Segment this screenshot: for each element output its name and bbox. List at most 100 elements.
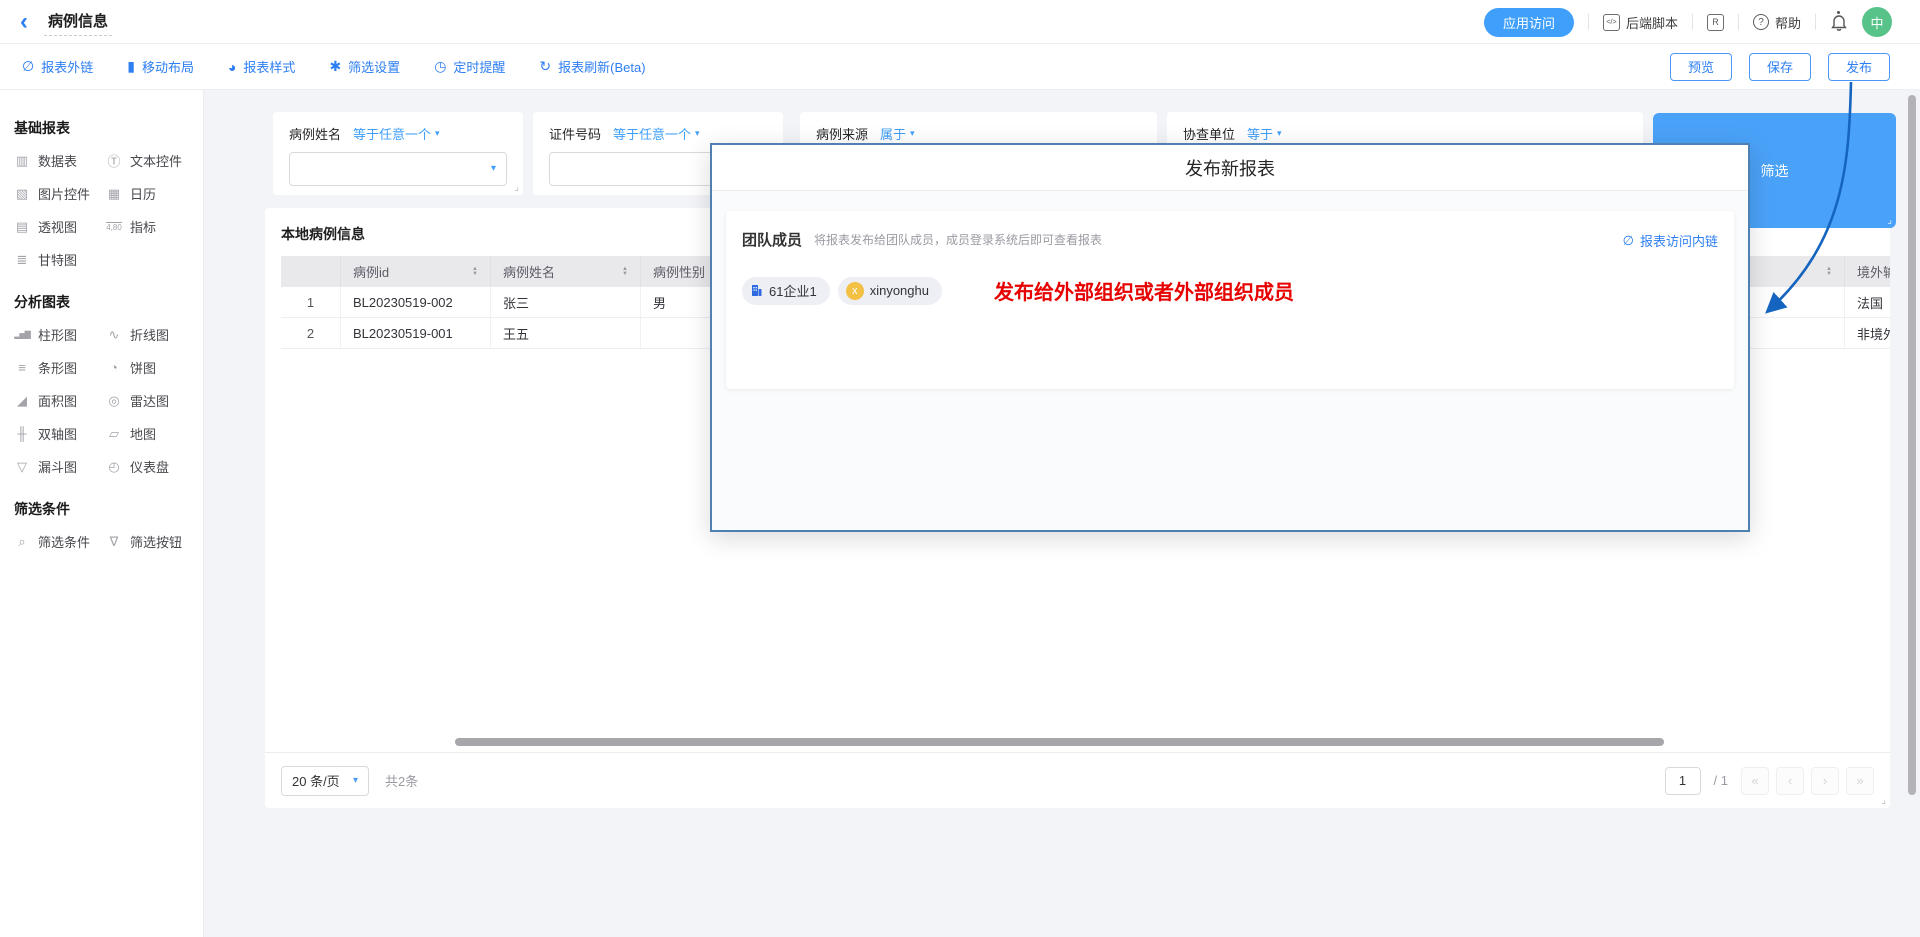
table-footer: 20 条/页 ▾ 共2条 1 / 1 « ‹ › » bbox=[265, 752, 1890, 808]
backend-script-button[interactable]: </> 后端脚本 bbox=[1603, 13, 1678, 32]
link-icon: ∅ bbox=[1623, 233, 1634, 249]
resize-handle-icon[interactable]: ⌟ bbox=[514, 182, 519, 193]
header-overseas-import[interactable]: 境外输入 bbox=[1845, 256, 1890, 287]
toolbar-label: 移动布局 bbox=[142, 57, 194, 76]
map-icon: ▱ bbox=[106, 426, 122, 442]
resize-handle-icon[interactable]: ⌟ bbox=[1887, 215, 1892, 226]
indicator-icon: 4,80 bbox=[106, 222, 122, 232]
sidebar-group-analysis-charts: 分析图表 bbox=[14, 292, 203, 312]
sidebar-item-label: 筛选条件 bbox=[38, 532, 90, 551]
toolbar-item-external-link[interactable]: ∅ 报表外链 bbox=[22, 57, 93, 76]
sidebar-item-line-chart[interactable]: ∿折线图 bbox=[106, 318, 198, 351]
next-page-button[interactable]: › bbox=[1811, 767, 1839, 795]
cell-case-name: 张三 bbox=[491, 287, 641, 318]
sidebar-item-column-chart[interactable]: ▂▅▇柱形图 bbox=[14, 318, 106, 351]
sidebar-item-filter-button[interactable]: ∇筛选按钮 bbox=[106, 525, 198, 558]
alarm-icon: ◷ bbox=[434, 58, 446, 75]
sidebar-item-label: 数据表 bbox=[38, 151, 77, 170]
resize-handle-icon[interactable]: ⌟ bbox=[1881, 795, 1886, 806]
filter-operator-dropdown[interactable]: 等于任意一个▾ bbox=[613, 124, 700, 143]
sidebar-item-label: 折线图 bbox=[130, 325, 169, 344]
filter-label: 协查单位 bbox=[1183, 124, 1235, 143]
divider bbox=[1692, 14, 1693, 30]
link-icon: ∅ bbox=[22, 58, 34, 75]
sidebar-item-calendar[interactable]: ▦日历 bbox=[106, 177, 198, 210]
toolbar-item-report-style[interactable]: ◕ 报表样式 bbox=[228, 57, 295, 76]
case-name-select[interactable]: ▾ bbox=[289, 152, 507, 186]
prev-page-button[interactable]: ‹ bbox=[1776, 767, 1804, 795]
filter-operator-dropdown[interactable]: 属于 ▾ bbox=[880, 124, 915, 143]
preview-button[interactable]: 预览 bbox=[1670, 53, 1732, 81]
sidebar-item-data-table[interactable]: ▥数据表 bbox=[14, 144, 106, 177]
help-button[interactable]: ? 帮助 bbox=[1753, 13, 1801, 32]
app-access-button[interactable]: 应用访问 bbox=[1484, 8, 1574, 37]
cell-case-id: BL20230519-002 bbox=[341, 287, 491, 318]
page-title[interactable]: 病例信息 bbox=[44, 8, 112, 36]
sidebar-item-funnel-chart[interactable]: ▽漏斗图 bbox=[14, 450, 106, 483]
pie-icon: ◕ bbox=[228, 59, 236, 75]
chevron-down-icon: ▾ bbox=[695, 128, 700, 139]
sidebar-item-image-widget[interactable]: ▧图片控件 bbox=[14, 177, 106, 210]
sidebar-item-dual-axis-chart[interactable]: ╫双轴图 bbox=[14, 417, 106, 450]
back-icon[interactable]: ‹ bbox=[20, 10, 28, 34]
sidebar-item-pie-chart[interactable]: ◔饼图 bbox=[106, 351, 198, 384]
sidebar-item-map[interactable]: ▱ 地图 bbox=[106, 417, 198, 450]
user-chip[interactable]: x xinyonghu bbox=[838, 277, 942, 305]
gantt-icon: ≣ bbox=[14, 252, 30, 268]
sidebar-item-label: 地图 bbox=[130, 424, 156, 443]
header-index bbox=[281, 256, 341, 287]
horizontal-scrollbar[interactable] bbox=[455, 738, 1664, 746]
sidebar-item-label: 文本控件 bbox=[130, 151, 182, 170]
widget-sidebar: 基础报表 ▥数据表 Ⓣ文本控件 ▧图片控件 ▦日历 ▤透视图 4,80指标 ≣甘… bbox=[0, 90, 204, 937]
toolbar-items: ∅ 报表外链 ▮ 移动布局 ◕ 报表样式 ✱ 筛选设置 ◷ 定时提醒 ↻ 报表刷… bbox=[22, 57, 646, 76]
sort-icon[interactable]: ▲▼ bbox=[472, 267, 478, 277]
header-case-name[interactable]: 病例姓名▲▼ bbox=[491, 256, 641, 287]
sidebar-grid: ▂▅▇柱形图 ∿折线图 ≡条形图 ◔饼图 ◢面积图 ◎雷达图 ╫双轴图 ▱地图 … bbox=[14, 318, 203, 483]
save-button[interactable]: 保存 bbox=[1749, 53, 1811, 81]
sort-icon[interactable]: ▲▼ bbox=[1826, 267, 1832, 277]
header-case-id[interactable]: 病例id▲▼ bbox=[341, 256, 491, 287]
report-internal-link[interactable]: ∅ 报表访问内链 bbox=[1623, 231, 1718, 250]
pagination: 1 / 1 « ‹ › » bbox=[1665, 767, 1874, 795]
last-page-button[interactable]: » bbox=[1846, 767, 1874, 795]
notification-bell-icon[interactable] bbox=[1830, 12, 1848, 32]
total-count: 共2条 bbox=[385, 771, 418, 790]
toolbar-item-report-refresh[interactable]: ↻ 报表刷新(Beta) bbox=[539, 57, 645, 76]
sidebar-item-area-chart[interactable]: ◢面积图 bbox=[14, 384, 106, 417]
filter-operator: 属于 bbox=[880, 124, 906, 143]
sidebar-item-pivot[interactable]: ▤透视图 bbox=[14, 210, 106, 243]
contacts-icon[interactable]: R bbox=[1707, 14, 1724, 31]
page-size-select[interactable]: 20 条/页 ▾ bbox=[281, 766, 369, 796]
sidebar-item-text-widget[interactable]: Ⓣ文本控件 bbox=[106, 144, 198, 177]
sidebar-item-label: 甘特图 bbox=[38, 250, 77, 269]
sidebar-item-label: 饼图 bbox=[130, 358, 156, 377]
column-label: 境外输入 bbox=[1857, 262, 1890, 281]
sidebar-item-gantt[interactable]: ≣ 甘特图 bbox=[14, 243, 106, 276]
toolbar-item-scheduled-reminder[interactable]: ◷ 定时提醒 bbox=[434, 57, 505, 76]
sidebar-item-bar-chart[interactable]: ≡条形图 bbox=[14, 351, 106, 384]
sidebar-item-filter-condition[interactable]: ⌕筛选条件 bbox=[14, 525, 106, 558]
gear-icon: ✱ bbox=[329, 58, 341, 75]
toolbar-label: 报表外链 bbox=[41, 57, 93, 76]
toolbar-item-filter-settings[interactable]: ✱ 筛选设置 bbox=[329, 57, 400, 76]
chevron-down-icon: ▾ bbox=[910, 128, 915, 139]
sidebar-grid: ▥数据表 Ⓣ文本控件 ▧图片控件 ▦日历 ▤透视图 4,80指标 ≣ 甘特图 bbox=[14, 144, 203, 276]
sort-icon[interactable]: ▲▼ bbox=[622, 267, 628, 277]
sidebar-item-label: 双轴图 bbox=[38, 424, 77, 443]
sidebar-item-radar-chart[interactable]: ◎雷达图 bbox=[106, 384, 198, 417]
page-number-input[interactable]: 1 bbox=[1665, 767, 1701, 795]
sidebar-item-indicator[interactable]: 4,80指标 bbox=[106, 210, 198, 243]
filter-operator-dropdown[interactable]: 等于▾ bbox=[1247, 124, 1282, 143]
filter-operator-dropdown[interactable]: 等于任意一个▾ bbox=[353, 124, 440, 143]
link-label: 报表访问内链 bbox=[1640, 231, 1718, 250]
team-members-desc: 将报表发布给团队成员，成员登录系统后即可查看报表 bbox=[814, 231, 1102, 248]
first-page-button[interactable]: « bbox=[1741, 767, 1769, 795]
toolbar-item-mobile-layout[interactable]: ▮ 移动布局 bbox=[127, 57, 194, 76]
sidebar-item-gauge[interactable]: ◴仪表盘 bbox=[106, 450, 198, 483]
vertical-scrollbar[interactable] bbox=[1908, 95, 1916, 795]
org-chip[interactable]: 61企业1 bbox=[742, 277, 830, 305]
user-avatar[interactable]: 中 bbox=[1862, 7, 1892, 37]
toolbar-label: 报表刷新(Beta) bbox=[558, 57, 645, 76]
column-label: 病例性别 bbox=[653, 262, 705, 281]
publish-button[interactable]: 发布 bbox=[1828, 53, 1890, 81]
